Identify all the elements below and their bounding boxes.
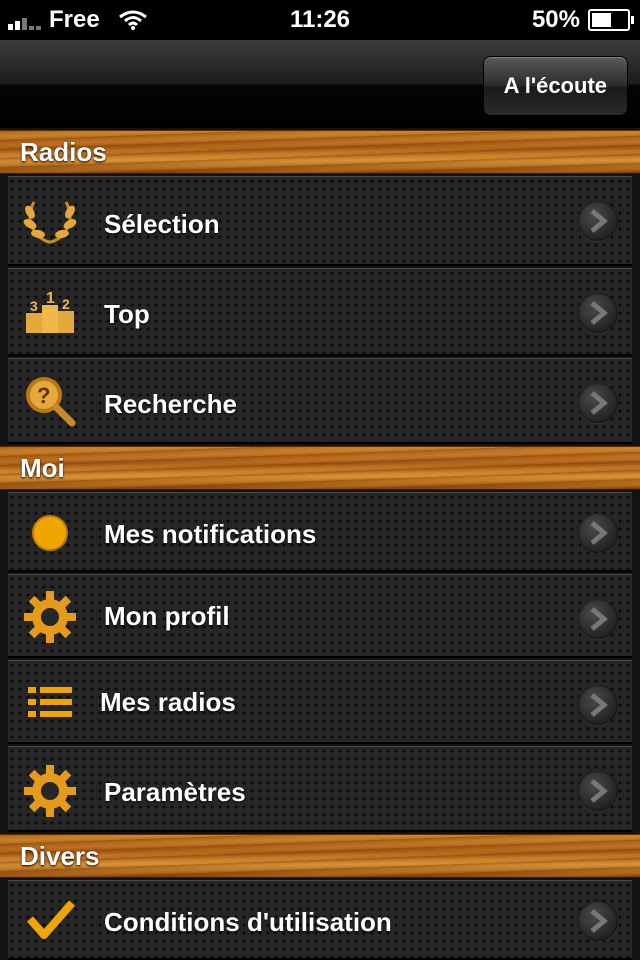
row-notifications[interactable]: Mes notifications	[8, 492, 632, 572]
gear-icon	[24, 591, 76, 643]
chevron-right-icon	[578, 685, 618, 725]
row-label: Conditions d'utilisation	[104, 907, 392, 937]
row-recherche[interactable]: ? Recherche	[8, 358, 632, 444]
row-top[interactable]: 3 1 2 Top	[8, 268, 632, 356]
podium-icon: 3 1 2	[26, 290, 74, 333]
row-label: Top	[104, 299, 150, 329]
list-icon	[28, 687, 72, 717]
row-parametres[interactable]: Paramètres	[8, 746, 632, 832]
chevron-right-icon	[578, 383, 618, 423]
gear-icon	[24, 765, 76, 817]
chevron-right-icon	[578, 513, 618, 553]
row-label: Recherche	[104, 389, 237, 419]
chevron-right-icon	[578, 771, 618, 811]
nav-bar: A l'écoute	[0, 40, 640, 128]
svg-text:3: 3	[30, 298, 38, 314]
battery-percent: 50%	[531, 6, 580, 33]
battery-icon	[588, 9, 634, 31]
now-playing-button[interactable]: A l'écoute	[482, 56, 628, 116]
chevron-right-icon	[578, 293, 618, 333]
row-label: Mon profil	[104, 601, 230, 631]
row-label: Mes notifications	[104, 519, 317, 549]
chevron-right-icon	[578, 901, 618, 941]
svg-text:1: 1	[46, 290, 55, 307]
row-label: Sélection	[104, 209, 220, 239]
chevron-right-icon	[578, 201, 618, 241]
section-header-divers: Divers	[0, 834, 640, 878]
row-profil[interactable]: Mon profil	[8, 574, 632, 658]
circle-icon	[32, 515, 68, 551]
row-selection[interactable]: Sélection	[8, 176, 632, 266]
section-header-moi: Moi	[0, 446, 640, 490]
svg-text:2: 2	[62, 296, 70, 312]
chevron-right-icon	[578, 599, 618, 639]
screen: Free 11:26 50% A l'écoute Radios Sélecti…	[0, 0, 640, 960]
row-mes-radios[interactable]: Mes radios	[8, 660, 632, 744]
svg-text:?: ?	[37, 383, 50, 408]
row-conditions[interactable]: Conditions d'utilisation	[8, 880, 632, 960]
search-icon: ?	[26, 377, 76, 427]
row-label: Paramètres	[104, 777, 246, 807]
status-bar: Free 11:26 50%	[0, 0, 640, 40]
laurel-icon	[23, 201, 77, 244]
section-header-radios: Radios	[0, 130, 640, 174]
checkmark-icon	[26, 900, 76, 939]
row-label: Mes radios	[100, 687, 236, 717]
status-right: 50%	[531, 6, 634, 34]
